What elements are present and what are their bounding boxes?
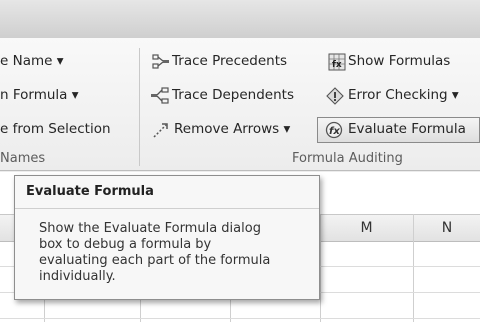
- remove-arrows-icon: [152, 121, 170, 139]
- defined-names-group-label: Names: [0, 151, 46, 166]
- grid-line: [413, 214, 414, 322]
- tooltip-line: Show the Evaluate Formula dialog: [39, 221, 261, 236]
- tooltip-line: box to debug a formula by: [39, 237, 212, 252]
- tooltip-divider: [15, 208, 319, 209]
- trace-precedents-button[interactable]: Trace Precedents: [172, 53, 287, 69]
- define-name-button[interactable]: e Name ▾: [0, 53, 64, 69]
- evaluate-formula-tooltip: Evaluate Formula Show the Evaluate Formu…: [14, 175, 320, 300]
- evaluate-formula-icon: fx: [325, 121, 343, 139]
- tooltip-line: individually.: [39, 269, 116, 284]
- tooltip-title: Evaluate Formula: [26, 184, 154, 199]
- ribbon-bottom-border: [0, 170, 480, 171]
- grid-line: [320, 214, 321, 322]
- column-header-n[interactable]: N: [414, 215, 480, 241]
- svg-text:fx: fx: [329, 126, 340, 137]
- svg-text:fx: fx: [332, 60, 342, 70]
- evaluate-formula-label: Evaluate Formula: [348, 121, 466, 137]
- tooltip-description: Show the Evaluate Formula dialog box to …: [39, 221, 309, 285]
- tooltip-line: evaluating each part of the formula: [39, 253, 271, 268]
- trace-precedents-icon: [152, 53, 170, 71]
- trace-dependents-icon: [151, 87, 169, 105]
- column-header-m[interactable]: M: [320, 215, 413, 241]
- error-checking-button[interactable]: Error Checking ▾: [348, 87, 459, 103]
- remove-arrows-button[interactable]: Remove Arrows ▾: [174, 121, 290, 137]
- create-from-selection-button[interactable]: e from Selection: [0, 121, 111, 137]
- show-formulas-button[interactable]: Show Formulas: [348, 53, 450, 69]
- grid-line: [0, 318, 480, 319]
- ribbon-tab-strip: [0, 0, 480, 39]
- trace-dependents-button[interactable]: Trace Dependents: [172, 87, 294, 103]
- evaluate-formula-button[interactable]: fx Evaluate Formula: [317, 117, 480, 143]
- error-checking-icon: [326, 87, 344, 105]
- group-separator: [139, 48, 140, 166]
- show-formulas-icon: fx: [328, 53, 346, 71]
- use-in-formula-button[interactable]: n Formula ▾: [0, 87, 79, 103]
- formula-auditing-group-label: Formula Auditing: [292, 151, 403, 166]
